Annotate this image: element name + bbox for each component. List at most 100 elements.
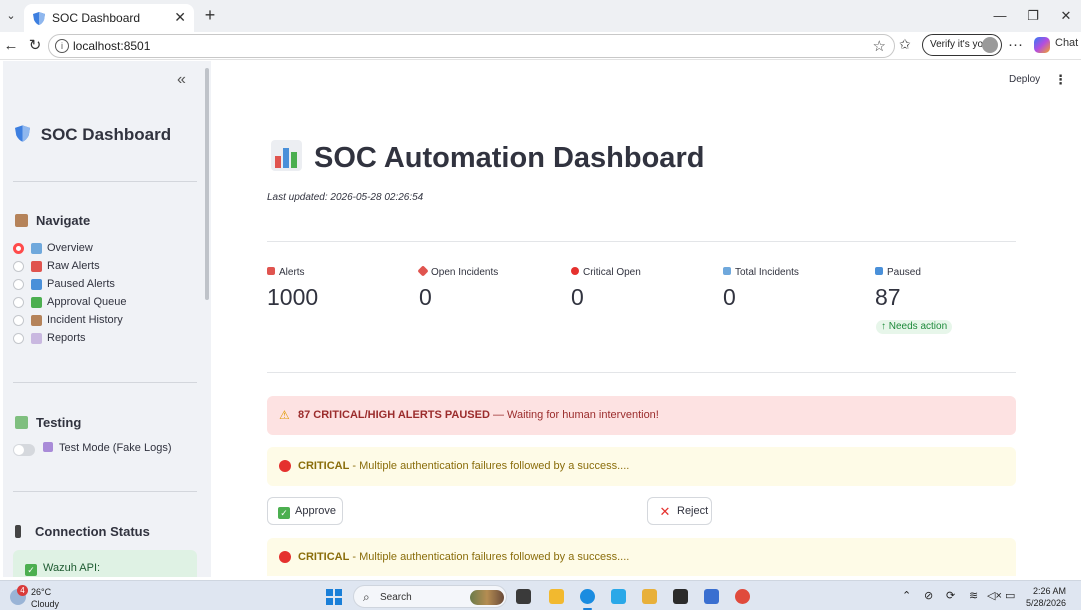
paused-delta-badge: ↑ Needs action (876, 320, 953, 334)
browser-tab-bar: ⌄ SOC Dashboard ✕ + — ❐ ✕ (0, 0, 1081, 32)
address-bar-row: ← ↻ i localhost:8501 ☆ (0, 32, 1081, 60)
nav-label: Raw Alerts (47, 260, 100, 272)
metric-paused: Paused 87 (875, 267, 1020, 311)
metric-label: Total Incidents (735, 267, 799, 278)
paused-alerts-banner: ⚠ 87 CRITICAL/HIGH ALERTS PAUSED — Waiti… (267, 396, 1016, 435)
chat-button[interactable]: Chat (1055, 37, 1078, 49)
test-mode-toggle[interactable] (13, 444, 35, 456)
vscode-icon[interactable] (611, 589, 626, 604)
windows-start-icon[interactable] (326, 589, 342, 605)
new-tab-button[interactable]: + (200, 5, 220, 27)
testing-heading: Testing (15, 415, 81, 430)
weather-widget[interactable]: 4 26°C Cloudy (10, 585, 70, 609)
metric-critical-open: Critical Open 0 (571, 267, 716, 311)
search-highlight-image (470, 590, 504, 605)
metric-label: Critical Open (583, 267, 641, 278)
site-info-icon[interactable]: i (55, 39, 69, 53)
file-explorer-icon[interactable] (549, 589, 564, 604)
metric-value: 1000 (267, 284, 319, 310)
chrome-icon[interactable] (735, 589, 750, 604)
alert-text: CRITICAL - Multiple authentication failu… (298, 551, 630, 563)
weather-condition: Cloudy (31, 599, 60, 609)
task-view-icon[interactable] (516, 589, 531, 604)
divider (267, 241, 1016, 242)
page-title-text: SOC Automation Dashboard (314, 142, 705, 174)
notepad-icon[interactable] (704, 589, 719, 604)
approve-button[interactable]: ✓ Approve (267, 497, 343, 525)
page-title: SOC Automation Dashboard (271, 140, 704, 175)
collapse-sidebar-icon[interactable]: « (177, 71, 186, 89)
restore-button[interactable]: ❐ (1018, 6, 1048, 26)
tab-title: SOC Dashboard (52, 11, 141, 25)
notes-app-icon[interactable] (642, 589, 657, 604)
warning-icon: ⚠ (279, 408, 290, 422)
clock-date: 5/28/2026 (1026, 598, 1067, 608)
radio-button[interactable] (13, 261, 24, 272)
onedrive-icon[interactable]: ⊘ (924, 589, 933, 602)
nav-label: Reports (47, 332, 86, 344)
temperature: 26°C (31, 587, 52, 597)
tab-list-chevron-icon[interactable]: ⌄ (2, 6, 20, 26)
sidebar: « SOC Dashboard Navigate Overview Raw Al… (3, 61, 211, 577)
main-menu-icon[interactable]: ⋮ (1054, 72, 1067, 88)
last-updated: Last updated: 2026-05-28 02:26:54 (267, 192, 424, 203)
wifi-icon[interactable]: ≋ (969, 589, 978, 602)
taskbar: 4 26°C Cloudy ⌕ Search ⌃ ⊘ ⟳ ≋ ◁× ▭ 2:26… (0, 580, 1081, 610)
divider (267, 372, 1016, 373)
radio-button[interactable] (13, 333, 24, 344)
shield-icon (33, 12, 45, 25)
more-options-icon[interactable]: ··· (1008, 36, 1023, 53)
alert-text: CRITICAL - Multiple authentication failu… (298, 460, 630, 472)
radio-button[interactable] (13, 297, 24, 308)
copilot-icon[interactable] (1034, 37, 1050, 53)
radio-button[interactable] (13, 243, 24, 254)
terminal-icon[interactable] (673, 589, 688, 604)
edge-browser-icon[interactable] (580, 589, 595, 610)
dice-icon (43, 442, 53, 452)
bar-chart-icon (271, 140, 302, 171)
ledger-icon (31, 315, 42, 326)
avatar (982, 37, 998, 53)
clipboard-icon (15, 214, 28, 227)
banner-text: 87 CRITICAL/HIGH ALERTS PAUSED — Waiting… (298, 409, 659, 421)
system-clock[interactable]: 2:26 AM 5/28/2026 (1026, 585, 1066, 609)
bar-chart-icon (31, 243, 42, 254)
favorites-icon[interactable]: ✩ (899, 36, 911, 53)
scrollbar-thumb[interactable] (205, 68, 209, 300)
metric-label: Open Incidents (431, 267, 499, 278)
sidebar-scrollbar[interactable] (205, 62, 210, 576)
metric-value: 0 (723, 284, 736, 310)
pause-icon (31, 279, 42, 290)
sync-icon[interactable]: ⟳ (946, 589, 955, 602)
nav-label: Paused Alerts (47, 278, 115, 290)
radio-button[interactable] (13, 279, 24, 290)
speaker-muted-icon[interactable]: ◁× (987, 589, 1002, 602)
notification-badge: 4 (17, 585, 28, 596)
close-tab-icon[interactable]: ✕ (174, 9, 186, 26)
test-tube-icon (15, 416, 28, 429)
critical-alert-card: CRITICAL - Multiple authentication failu… (267, 538, 1016, 576)
show-hidden-icons-icon[interactable]: ⌃ (902, 589, 911, 602)
close-window-button[interactable]: ✕ (1051, 6, 1081, 26)
taskbar-search[interactable]: ⌕ Search (353, 585, 507, 608)
radio-button[interactable] (13, 315, 24, 326)
browser-tab[interactable]: SOC Dashboard ✕ (24, 4, 194, 32)
metric-total-incidents: Total Incidents 0 (723, 267, 868, 311)
deploy-button[interactable]: Deploy (1009, 74, 1040, 85)
reload-icon[interactable]: ↻ (26, 36, 44, 56)
cross-icon: ✕ (659, 504, 671, 519)
url-text: localhost:8501 (73, 39, 151, 53)
verify-profile-button[interactable]: Verify it's you (922, 34, 1002, 56)
divider (13, 491, 197, 492)
reject-button[interactable]: ✕ Reject (647, 497, 712, 525)
check-icon: ✓ (278, 507, 290, 519)
toggle-knob (14, 445, 24, 455)
shield-icon (15, 125, 30, 142)
back-arrow-icon[interactable]: ← (2, 36, 20, 56)
bookmark-star-icon[interactable]: ☆ (873, 37, 886, 55)
minimize-button[interactable]: — (985, 6, 1015, 26)
wazuh-status-box: ✓ Wazuh API: (13, 550, 197, 577)
url-input[interactable]: i localhost:8501 ☆ (48, 34, 895, 58)
battery-icon[interactable]: ▭ (1005, 589, 1015, 602)
search-label: Search (380, 592, 412, 603)
